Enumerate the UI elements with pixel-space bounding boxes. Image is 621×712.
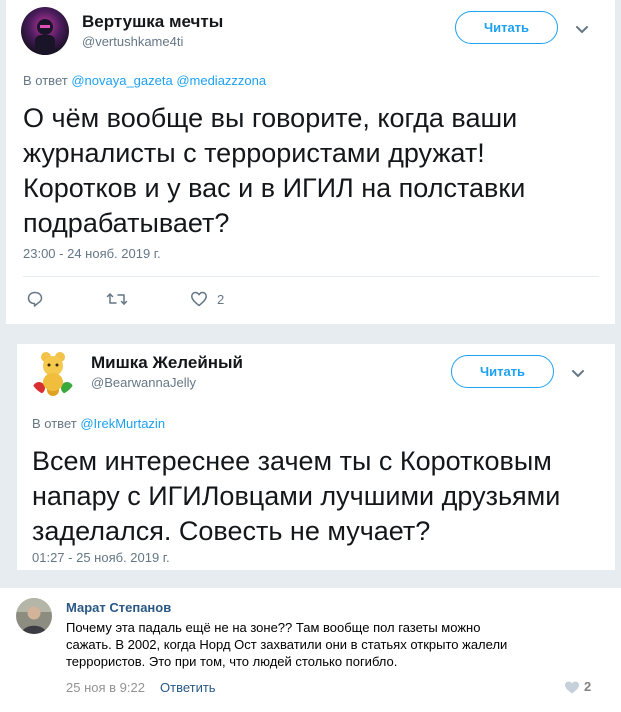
- heart-icon: [565, 681, 579, 693]
- author-handle[interactable]: @BearwannaJelly: [91, 375, 196, 390]
- retweet-icon: [106, 293, 128, 305]
- tweet-timestamp[interactable]: 01:27 - 25 нояб. 2019 г.: [32, 550, 170, 565]
- chevron-down-icon[interactable]: [570, 365, 586, 381]
- tweet-card-1: Вертушка мечты @vertushkame4ti Читать В …: [6, 0, 615, 324]
- comment-card: Марат Степанов Почему эта падаль ещё не …: [0, 588, 621, 712]
- tweet-text: О чём вообще вы говорите, когда ваши жур…: [23, 103, 526, 238]
- follow-button[interactable]: Читать: [451, 355, 554, 388]
- comment-date[interactable]: 25 ноя в 9:22: [66, 680, 145, 695]
- heart-icon: [191, 291, 207, 307]
- retweet-action[interactable]: [106, 290, 128, 308]
- avatar-bearwannajelly[interactable]: [29, 348, 77, 396]
- reply-context: В ответ @novaya_gazeta @mediazzzona: [23, 73, 266, 88]
- reply-icon: [27, 291, 43, 307]
- tweet-text: Всем интереснее зачем ты с Коротковым на…: [32, 446, 561, 546]
- comment-text: Почему эта падаль ещё не на зоне?? Там в…: [66, 620, 508, 669]
- like-action[interactable]: 2: [564, 679, 591, 694]
- tweet-card-2: Мишка Желейный @BearwannaJelly Читать В …: [17, 344, 615, 570]
- avatar-vertushka[interactable]: [21, 7, 69, 55]
- chevron-down-icon[interactable]: [574, 21, 590, 37]
- reply-mentions[interactable]: @IrekMurtazin: [80, 416, 165, 431]
- follow-button[interactable]: Читать: [455, 11, 558, 44]
- reply-prefix: В ответ: [23, 73, 68, 88]
- author-name[interactable]: Мишка Желейный: [91, 353, 243, 373]
- divider: [23, 276, 599, 277]
- like-count: 2: [584, 679, 592, 694]
- reply-link[interactable]: Ответить: [160, 680, 216, 695]
- commenter-name[interactable]: Марат Степанов: [66, 600, 171, 615]
- reply-mentions[interactable]: @novaya_gazeta @mediazzzona: [71, 73, 266, 88]
- like-action[interactable]: 2: [190, 290, 224, 308]
- tweet-timestamp[interactable]: 23:00 - 24 нояб. 2019 г.: [23, 246, 161, 261]
- author-name[interactable]: Вертушка мечты: [82, 12, 223, 32]
- author-handle[interactable]: @vertushkame4ti: [82, 34, 183, 49]
- reply-context: В ответ @IrekMurtazin: [32, 416, 165, 431]
- reply-action[interactable]: [26, 290, 44, 308]
- reply-prefix: В ответ: [32, 416, 77, 431]
- avatar-marat[interactable]: [16, 598, 52, 634]
- like-count: 2: [217, 291, 225, 307]
